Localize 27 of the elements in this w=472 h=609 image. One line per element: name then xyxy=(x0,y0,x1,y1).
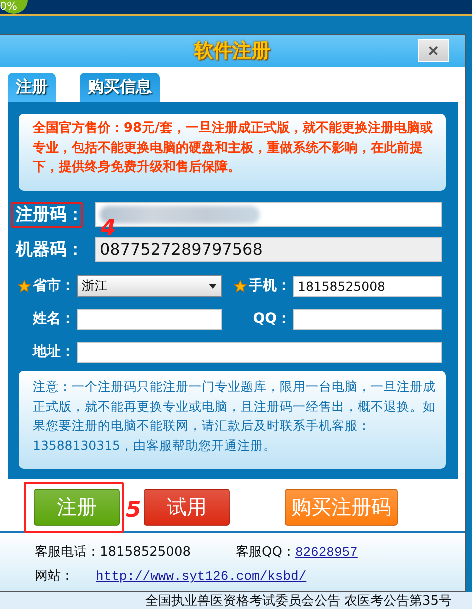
website-link[interactable]: http://www.syt126.com/ksbd/ xyxy=(96,569,307,584)
button[interactable]: 试用 xyxy=(144,489,230,526)
caret-icon xyxy=(209,284,217,288)
input-field[interactable] xyxy=(77,308,222,330)
qq-label: 客服QQ： xyxy=(236,544,296,561)
field-label: 注册码： xyxy=(16,204,84,226)
field-label: 手机： xyxy=(249,277,291,295)
price-notice: 全国官方售价：98元/套，一旦注册成正式版，就不能更换注册电脑或专业，包括不能更换电脑的硬盘和主板，重做系统不影响，在此前提下，提供终身免费升级和售后保障。 xyxy=(19,114,446,191)
input-field[interactable]: 0877527289797568 xyxy=(95,237,442,262)
annotation-mark: 5 xyxy=(126,500,142,522)
close-button[interactable]: × xyxy=(418,39,449,62)
news-headline[interactable]: 全国执业兽医资格考试委员会公告 农医考公告第35号 xyxy=(145,592,452,609)
phone-text: 客服电话：18158525008 xyxy=(35,544,191,561)
notice-text: 注意：一个注册码只能注册一门专业题库，限用一台电脑，一旦注册成正式版，就不能再更换专业或电脑，且注册码一经售出，概不退换。如果您要注册的电脑不能联网，请汇款后及时联系手机客服：13588130315，由客服帮助您开通注册。 xyxy=(19,371,446,469)
field-label: 机器码： xyxy=(16,239,84,261)
input-field[interactable]: 18158525008 xyxy=(293,276,442,296)
input-field[interactable] xyxy=(77,342,442,362)
field-label: 地址： xyxy=(33,343,75,361)
progress-badge: 0% xyxy=(0,0,28,14)
dropdown[interactable]: 浙江 xyxy=(77,275,222,297)
window-title: 软件注册 xyxy=(194,39,270,64)
qq-link[interactable]: 82628957 xyxy=(295,545,358,560)
website-label: 网站： xyxy=(35,568,74,585)
field-label: 省市： xyxy=(33,277,75,295)
field-label: 姓名： xyxy=(33,310,75,328)
input-field[interactable] xyxy=(293,308,442,330)
field-label: QQ： xyxy=(253,310,291,328)
